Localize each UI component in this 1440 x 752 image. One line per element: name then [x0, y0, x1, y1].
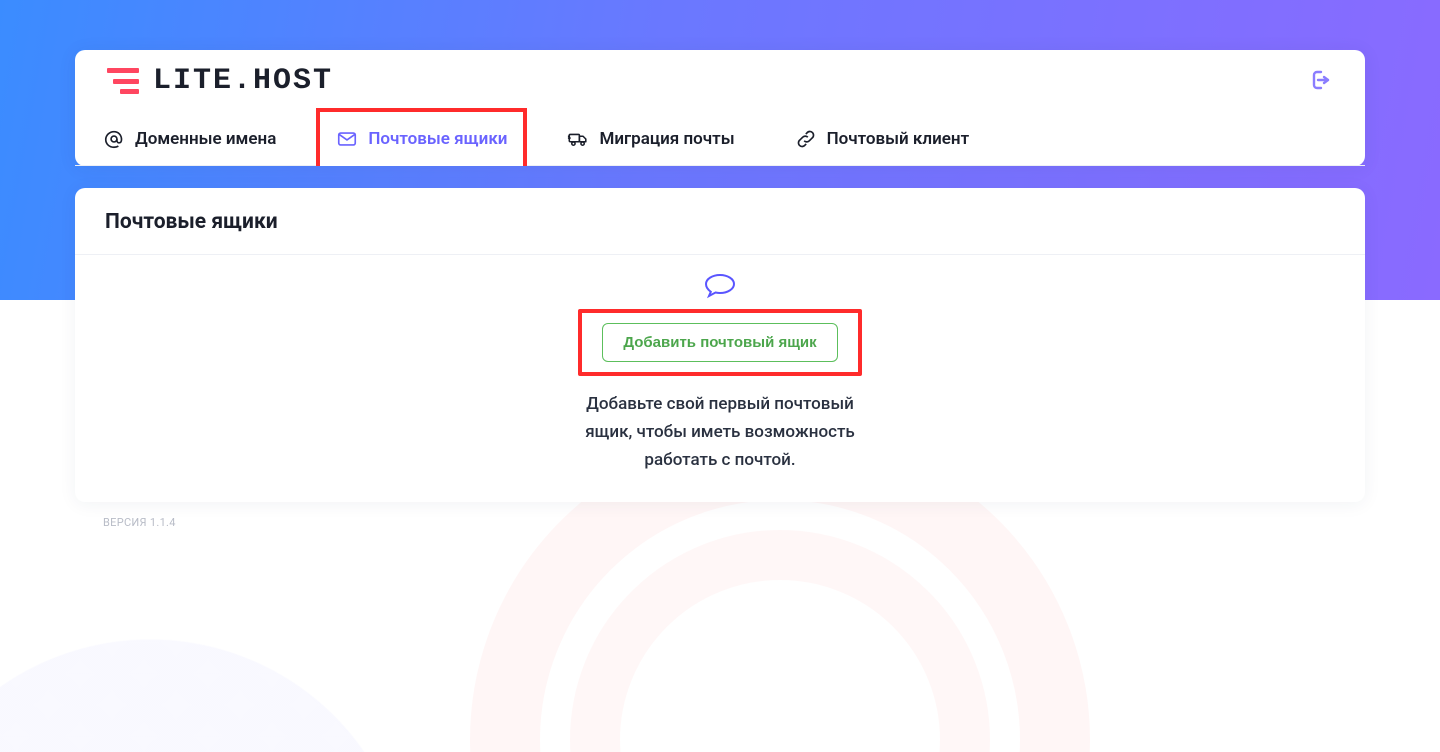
logo-mark-icon: [107, 68, 139, 94]
add-mailbox-button[interactable]: Добавить почтовый ящик: [602, 323, 837, 362]
logo-text: LITE.HOST: [153, 64, 333, 98]
empty-state-message: Добавьте свой первый почтовый ящик, чтоб…: [570, 390, 870, 474]
nav-item-label: Доменные имена: [135, 129, 276, 149]
panel-title: Почтовые ящики: [75, 188, 1365, 255]
main-nav: Доменные имена Почтовые ящики: [75, 108, 1365, 166]
at-icon: [103, 128, 125, 150]
nav-item-domains[interactable]: Доменные имена: [83, 108, 296, 166]
nav-item-label: Почтовые ящики: [368, 129, 507, 149]
logout-button[interactable]: [1305, 67, 1333, 95]
decorative-ring: [570, 530, 990, 752]
nav-item-mail-migration[interactable]: Миграция почты: [547, 108, 754, 166]
topbar: LITE.HOST: [75, 50, 1365, 108]
link-icon: [795, 128, 817, 150]
nav-item-mailboxes[interactable]: Почтовые ящики: [316, 108, 527, 166]
logo[interactable]: LITE.HOST: [107, 64, 333, 98]
chat-bubble-icon: [704, 273, 736, 303]
nav-item-label: Миграция почты: [599, 129, 734, 149]
logout-icon: [1307, 68, 1331, 95]
nav-item-mail-client[interactable]: Почтовый клиент: [775, 108, 990, 166]
mailboxes-panel: Почтовые ящики Добавить почтовый ящик До…: [75, 188, 1365, 502]
truck-icon: [567, 128, 589, 150]
version-label: ВЕРСИЯ 1.1.4: [75, 516, 1365, 529]
add-mailbox-highlight: Добавить почтовый ящик: [578, 309, 861, 376]
nav-item-label: Почтовый клиент: [827, 129, 970, 149]
envelope-icon: [336, 128, 358, 150]
